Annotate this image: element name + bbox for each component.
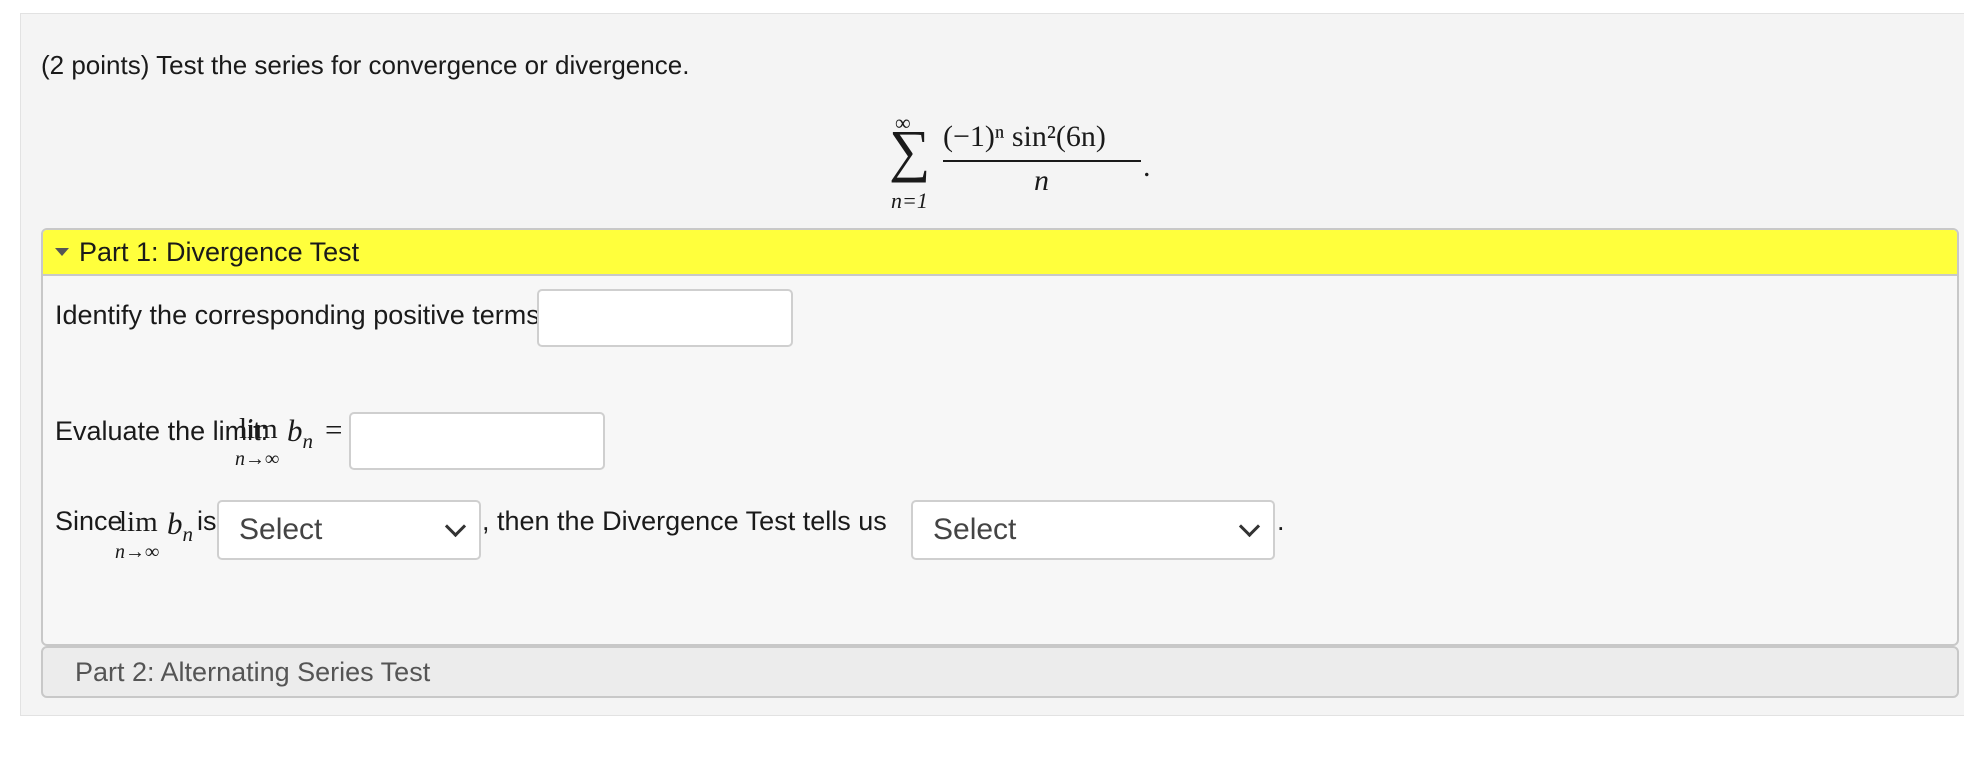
select-value: Select [239, 513, 323, 546]
chevron-down-icon [1238, 515, 1261, 537]
divergence-test-text: , then the Divergence Test tells us [482, 506, 887, 536]
fraction-bar [943, 160, 1141, 162]
series-formula: ∞ ∑ n=1 (−1)ⁿ sin²(6n) n . [869, 110, 1151, 216]
lim-subscript: n→∞ [115, 541, 160, 563]
limit-label: Evaluate the limit: [55, 416, 269, 446]
lim-operator: lim [119, 506, 158, 538]
limit-type-select[interactable]: Select [217, 500, 481, 560]
part1-header[interactable]: Part 1: Divergence Test [43, 230, 1957, 276]
series-denominator: n [1034, 164, 1049, 197]
series-numerator: (−1)ⁿ sin²(6n) [943, 120, 1106, 153]
equals-sign: = [325, 412, 343, 447]
positive-terms-label: Identify the corresponding positive term… [55, 300, 548, 330]
bn-symbol: bn [167, 506, 193, 547]
part1-title: Part 1: Divergence Test [79, 236, 360, 267]
part2-title: Part 2: Alternating Series Test [75, 656, 431, 687]
part2-header[interactable]: Part 2: Alternating Series Test [43, 648, 1957, 696]
sum-lower-limit: n=1 [891, 188, 928, 213]
problem-prompt: (2 points) Test the series for convergen… [41, 50, 690, 80]
limit-input[interactable] [349, 412, 605, 470]
select-value: Select [933, 513, 1017, 546]
chevron-down-icon [444, 515, 467, 537]
sentence-period: . [1277, 506, 1285, 536]
since-label: Since [55, 506, 123, 536]
limit-row: Evaluate the limit: [55, 416, 268, 447]
is-label: is [197, 506, 217, 536]
lim-subscript: n→∞ [235, 448, 280, 470]
conclusion-select[interactable]: Select [911, 500, 1275, 560]
part1-panel: Part 1: Divergence Test Identify the cor… [41, 228, 1959, 646]
bn-symbol: bn [287, 413, 313, 454]
positive-terms-row: Identify the corresponding positive term… [55, 296, 620, 337]
triangle-down-icon [55, 248, 69, 256]
positive-terms-input[interactable] [537, 289, 793, 347]
sum-symbol: ∑ [889, 118, 931, 183]
lim-operator: lim [239, 413, 278, 445]
problem-container: (2 points) Test the series for convergen… [20, 13, 1964, 716]
series-period: . [1143, 150, 1151, 183]
part2-panel: Part 2: Alternating Series Test [41, 646, 1959, 698]
